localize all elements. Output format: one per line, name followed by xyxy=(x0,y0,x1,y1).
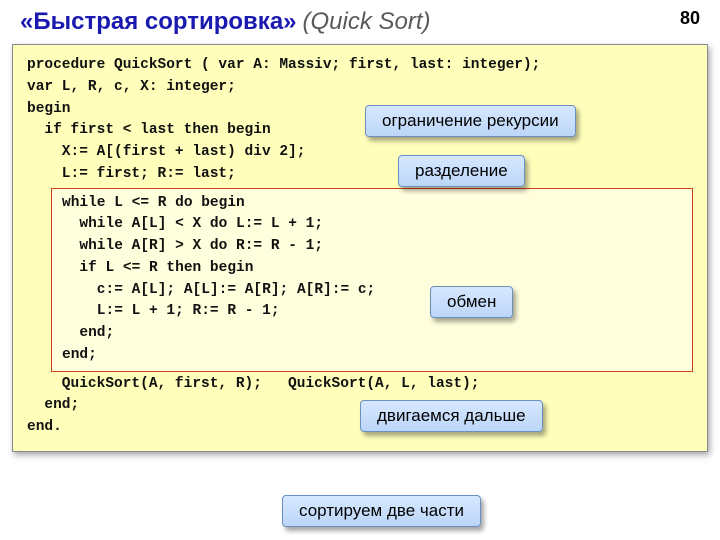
callout-swap: обмен xyxy=(430,286,513,318)
code-line: QuickSort(A, first, R); QuickSort(A, L, … xyxy=(27,374,693,396)
title-sub: (Quick Sort) xyxy=(303,8,431,36)
code-line: if L <= R then begin xyxy=(62,258,682,280)
callout-recursion-limit: ограничение рекурсии xyxy=(365,105,576,137)
code-line: while L <= R do begin xyxy=(62,193,682,215)
code-block: procedure QuickSort ( var A: Massiv; fir… xyxy=(12,44,708,452)
code-line: procedure QuickSort ( var A: Massiv; fir… xyxy=(27,55,693,77)
code-line: while A[L] < X do L:= L + 1; xyxy=(62,214,682,236)
code-line: if first < last then begin xyxy=(27,120,693,142)
page-number: 80 xyxy=(680,8,700,29)
code-line: c:= A[L]; A[L]:= A[R]; A[R]:= c; xyxy=(62,280,682,302)
callout-move-on: двигаемся дальше xyxy=(360,400,543,432)
code-line: L:= first; R:= last; xyxy=(27,164,693,186)
callout-partition: разделение xyxy=(398,155,525,187)
code-line: L:= L + 1; R:= R - 1; xyxy=(62,301,682,323)
slide-header: «Быстрая сортировка» (Quick Sort) xyxy=(0,0,720,38)
callout-sort-two-parts: сортируем две части xyxy=(282,495,481,527)
code-line: X:= A[(first + last) div 2]; xyxy=(27,142,693,164)
code-line: var L, R, c, X: integer; xyxy=(27,77,693,99)
code-line: while A[R] > X do R:= R - 1; xyxy=(62,236,682,258)
code-line: begin xyxy=(27,99,693,121)
inner-code-box: while L <= R do begin while A[L] < X do … xyxy=(51,188,693,372)
code-line: end; xyxy=(62,345,682,367)
code-line: end; xyxy=(62,323,682,345)
title-main: «Быстрая сортировка» xyxy=(20,8,297,36)
